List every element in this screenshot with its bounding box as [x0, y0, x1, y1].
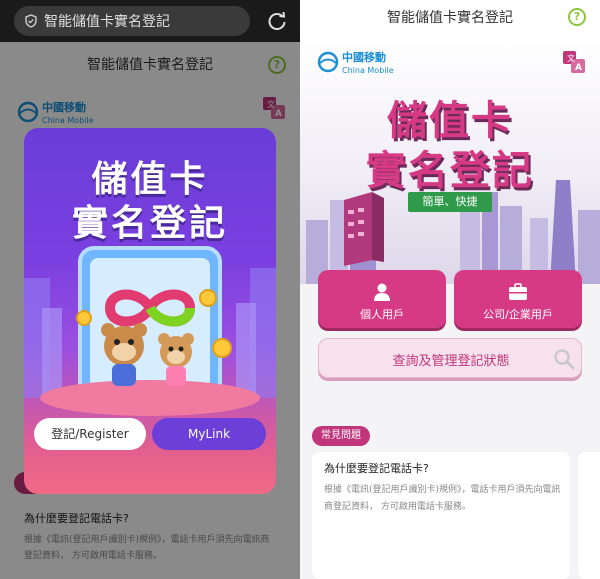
welcome-modal: 儲值卡 實名登記 登記/Register MyLink [24, 128, 276, 494]
mascot-illustration [24, 246, 276, 416]
app-header: 智能儲值卡實名登記 ? [300, 0, 600, 34]
query-manage-button[interactable]: 查詢及管理登記狀態 [318, 338, 582, 378]
svg-text:文: 文 [567, 53, 575, 63]
register-button[interactable]: 登記/Register [34, 418, 146, 450]
reload-icon[interactable] [266, 10, 288, 32]
language-icon[interactable]: 文 A [562, 50, 586, 74]
address-bar[interactable]: 智能儲值卡實名登記 [14, 6, 250, 36]
page-title: 智能儲值卡實名登記 [387, 10, 513, 26]
hero-title-line2: 實名登記 [366, 148, 534, 194]
brand-name-en: China Mobile [342, 66, 394, 75]
mylink-button[interactable]: MyLink [152, 418, 266, 450]
help-icon[interactable]: ? [568, 8, 586, 26]
faq-card-next[interactable] [578, 452, 600, 579]
query-manage-label: 查詢及管理登記狀態 [392, 354, 510, 369]
faq-answer: 根據《電訊(登記用戶識別卡)規例》，電話卡用戶須先向電訊商登記資料， 方可啟用電… [324, 485, 561, 512]
search-icon [554, 349, 575, 370]
person-icon [374, 283, 390, 301]
faq-question: 為什麼要登記電話卡? [324, 462, 429, 475]
faq-badge: 常見問題 [312, 426, 370, 446]
shield-icon [25, 14, 37, 28]
right-screen: 智能儲值卡實名登記 ? 中國移動 China Mobile 文 A 儲值卡 實名 [300, 0, 600, 579]
briefcase-icon [509, 283, 527, 300]
company-user-label: 公司/企業用戶 [483, 308, 553, 321]
company-user-button[interactable]: 公司/企業用戶 [454, 270, 582, 328]
personal-user-label: 個人用戶 [360, 308, 404, 321]
faq-card[interactable]: 為什麼要登記電話卡? 根據《電訊(登記用戶識別卡)規例》，電話卡用戶須先向電訊商… [312, 452, 570, 579]
svg-text:A: A [575, 63, 582, 73]
china-mobile-logo: 中國移動 China Mobile [317, 50, 394, 75]
hero-tagline: 簡單、快捷 [408, 192, 492, 212]
left-screen: 智能儲值卡實名登記 智能儲值卡實名登記 ? 中國移動 China Mobile … [0, 0, 300, 579]
brand-name-zh: 中國移動 [342, 50, 386, 64]
personal-user-button[interactable]: 個人用戶 [318, 270, 446, 328]
address-text: 智能儲值卡實名登記 [44, 14, 170, 30]
browser-toolbar: 智能儲值卡實名登記 [0, 0, 300, 42]
